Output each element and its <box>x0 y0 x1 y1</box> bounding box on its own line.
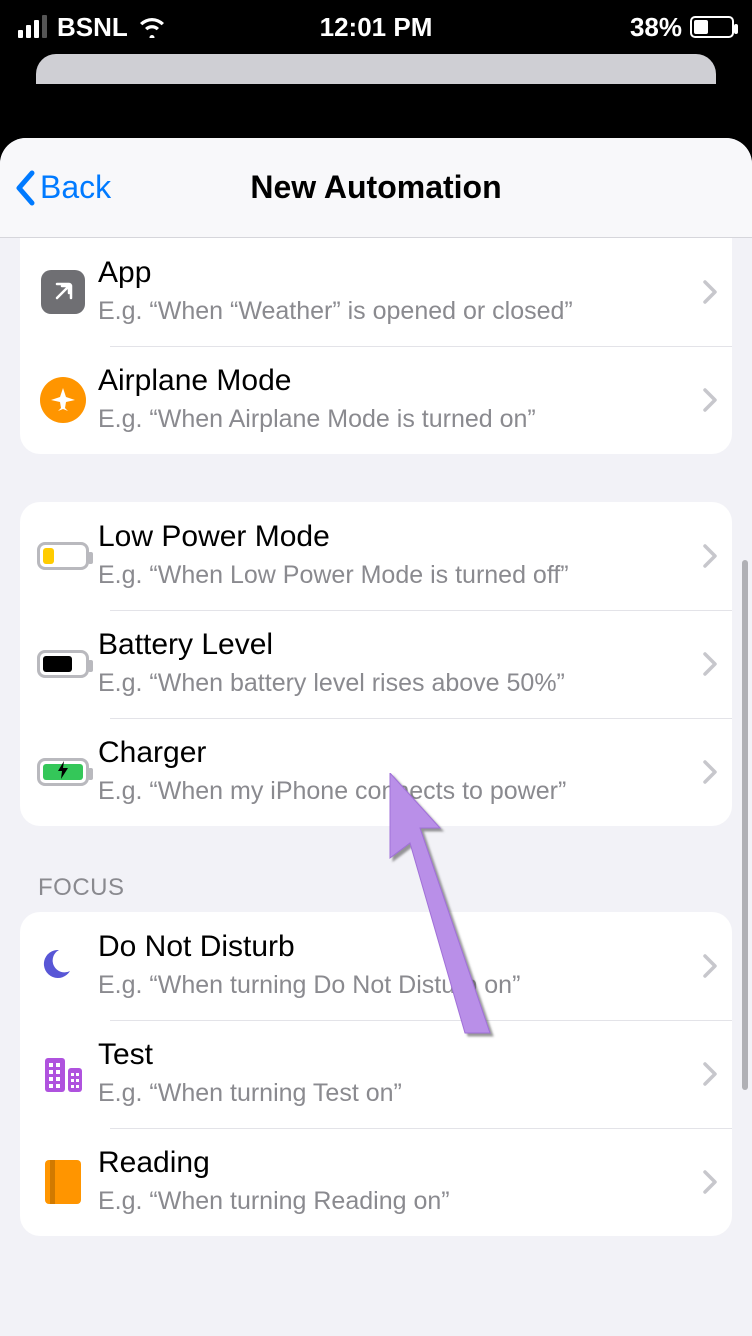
back-button[interactable]: Back <box>14 169 111 206</box>
row-subtitle: E.g. “When turning Do Not Disturb on” <box>98 970 694 1001</box>
row-subtitle: E.g. “When “Weather” is opened or closed… <box>98 296 694 327</box>
status-bar: BSNL 12:01 PM 38% <box>0 0 752 54</box>
row-subtitle: E.g. “When Low Power Mode is turned off” <box>98 560 694 591</box>
row-subtitle: E.g. “When battery level rises above 50%… <box>98 668 694 699</box>
trigger-row-reading[interactable]: Reading E.g. “When turning Reading on” <box>20 1128 732 1236</box>
row-title: Airplane Mode <box>98 364 694 398</box>
trigger-row-low-power-mode[interactable]: Low Power Mode E.g. “When Low Power Mode… <box>20 502 732 610</box>
row-title: Reading <box>98 1146 694 1180</box>
page-title: New Automation <box>250 169 501 206</box>
trigger-row-do-not-disturb[interactable]: Do Not Disturb E.g. “When turning Do Not… <box>20 912 732 1020</box>
battery-icon <box>690 16 734 38</box>
nav-bar: Back New Automation <box>0 138 752 238</box>
status-right: 38% <box>630 12 734 43</box>
chevron-left-icon <box>14 170 36 206</box>
battery-level-icon <box>28 650 98 678</box>
book-icon <box>28 1160 98 1204</box>
row-title: Battery Level <box>98 628 694 662</box>
signal-icon <box>18 16 47 38</box>
chevron-right-icon <box>702 279 718 305</box>
row-title: App <box>98 256 694 290</box>
trigger-row-battery-level[interactable]: Battery Level E.g. “When battery level r… <box>20 610 732 718</box>
chevron-right-icon <box>702 1061 718 1087</box>
sheet-backdrop: Back New Automation App E.g. <box>0 54 752 1336</box>
chevron-right-icon <box>702 651 718 677</box>
low-power-mode-icon <box>28 542 98 570</box>
chevron-right-icon <box>702 387 718 413</box>
row-subtitle: E.g. “When turning Test on” <box>98 1078 694 1109</box>
content: App E.g. “When “Weather” is opened or cl… <box>0 238 752 1324</box>
scroll-area[interactable]: App E.g. “When “Weather” is opened or cl… <box>0 238 752 1336</box>
trigger-row-app[interactable]: App E.g. “When “Weather” is opened or cl… <box>20 238 732 346</box>
buildings-icon <box>28 1054 98 1094</box>
row-title: Do Not Disturb <box>98 930 694 964</box>
trigger-row-airplane-mode[interactable]: Airplane Mode E.g. “When Airplane Mode i… <box>20 346 732 454</box>
chevron-right-icon <box>702 1169 718 1195</box>
trigger-group-focus: Do Not Disturb E.g. “When turning Do Not… <box>20 912 732 1236</box>
section-header-focus: FOCUS <box>20 874 732 912</box>
airplane-icon <box>28 377 98 423</box>
battery-percent-label: 38% <box>630 12 682 43</box>
modal-sheet: Back New Automation App E.g. <box>0 138 752 1336</box>
background-card <box>36 54 716 84</box>
moon-icon <box>28 946 98 986</box>
row-title: Test <box>98 1038 694 1072</box>
trigger-group-battery: Low Power Mode E.g. “When Low Power Mode… <box>20 502 732 826</box>
trigger-row-test[interactable]: Test E.g. “When turning Test on” <box>20 1020 732 1128</box>
phone-frame: BSNL 12:01 PM 38% Back New Automation <box>0 0 752 1336</box>
scrollbar[interactable] <box>742 560 748 1090</box>
app-icon <box>28 270 98 314</box>
wifi-icon <box>138 16 166 38</box>
row-title: Low Power Mode <box>98 520 694 554</box>
row-subtitle: E.g. “When Airplane Mode is turned on” <box>98 404 694 435</box>
chevron-right-icon <box>702 759 718 785</box>
back-label: Back <box>40 169 111 206</box>
trigger-group-apps: App E.g. “When “Weather” is opened or cl… <box>20 238 732 454</box>
row-subtitle: E.g. “When turning Reading on” <box>98 1186 694 1217</box>
row-subtitle: E.g. “When my iPhone connects to power” <box>98 776 694 807</box>
chevron-right-icon <box>702 953 718 979</box>
row-title: Charger <box>98 736 694 770</box>
carrier-label: BSNL <box>57 12 128 43</box>
chevron-right-icon <box>702 543 718 569</box>
charger-icon <box>28 758 98 786</box>
status-left: BSNL <box>18 12 166 43</box>
trigger-row-charger[interactable]: Charger E.g. “When my iPhone connects to… <box>20 718 732 826</box>
